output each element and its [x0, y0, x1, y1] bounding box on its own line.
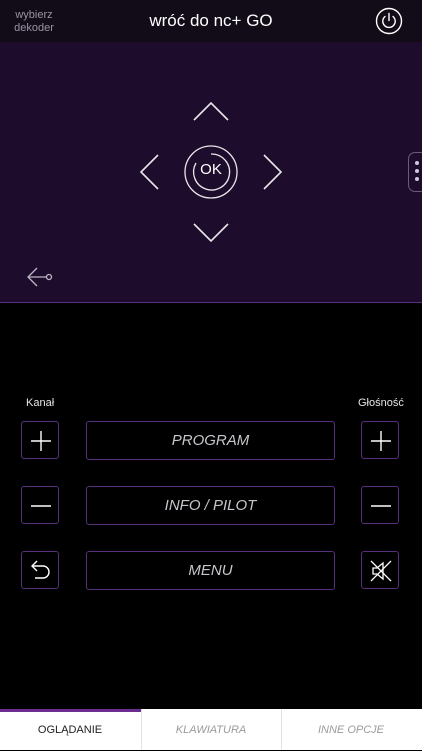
back-to-go-link[interactable]: wróć do nc+ GO — [0, 11, 422, 31]
tab-watching[interactable]: OGLĄDANIE — [0, 709, 140, 750]
chevron-left-icon[interactable] — [138, 153, 160, 191]
power-icon[interactable] — [375, 7, 403, 35]
ok-button[interactable] — [182, 143, 240, 201]
channel-up-button[interactable] — [21, 421, 59, 459]
more-dots-icon[interactable] — [408, 152, 422, 192]
back-arrow-icon[interactable] — [26, 266, 54, 288]
channel-label: Kanał — [26, 397, 55, 409]
tab-keyboard[interactable]: KLAWIATURA — [141, 709, 281, 750]
plus-icon — [31, 431, 51, 451]
minus-icon — [371, 505, 391, 507]
volume-down-button[interactable] — [361, 486, 399, 524]
chevron-up-icon[interactable] — [192, 100, 230, 122]
dpad-panel: OK — [0, 42, 422, 303]
mute-button[interactable] — [361, 551, 399, 589]
tab-other-options[interactable]: INNE OPCJE — [281, 709, 421, 750]
program-button[interactable]: PROGRAM — [86, 421, 335, 460]
chevron-right-icon[interactable] — [262, 153, 284, 191]
bottom-tab-bar: OGLĄDANIE KLAWIATURA INNE OPCJE — [0, 709, 422, 750]
undo-arrow-icon — [31, 560, 50, 579]
volume-up-button[interactable] — [361, 421, 399, 459]
channel-down-button[interactable] — [21, 486, 59, 524]
header-bar: wybierz dekoder wróć do nc+ GO — [0, 0, 422, 42]
mute-speaker-icon — [370, 560, 392, 582]
chevron-down-icon[interactable] — [192, 222, 230, 244]
menu-button[interactable]: MENU — [86, 551, 335, 590]
volume-label: Głośność — [358, 397, 404, 409]
plus-icon — [371, 431, 391, 451]
minus-icon — [31, 505, 51, 507]
info-pilot-button[interactable]: INFO / PILOT — [86, 486, 335, 525]
return-button[interactable] — [21, 551, 59, 589]
